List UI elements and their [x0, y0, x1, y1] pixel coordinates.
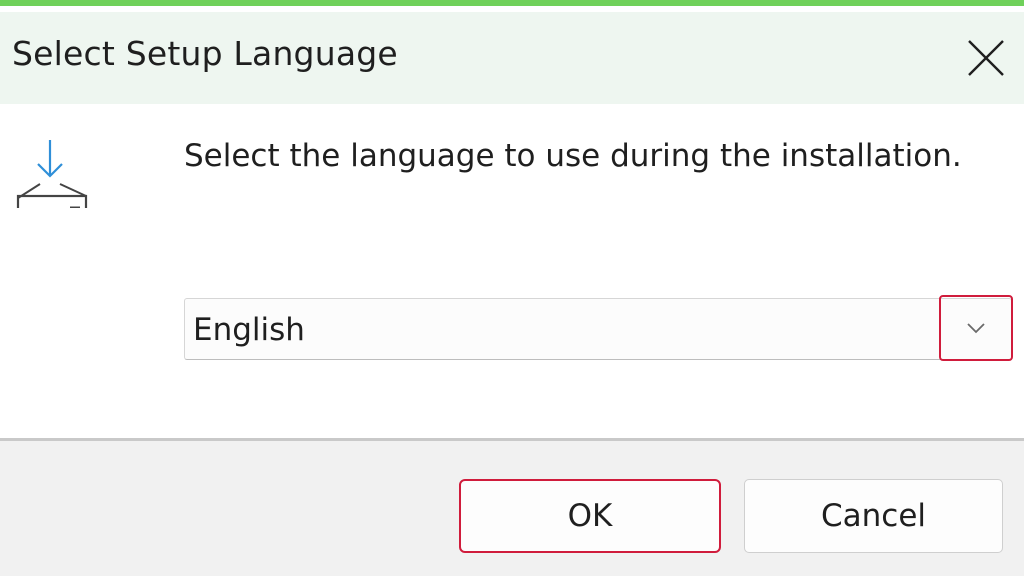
language-selected-value: English — [193, 312, 305, 348]
dialog-window: Select Setup Language Select the languag… — [0, 0, 1024, 576]
install-download-icon — [16, 140, 88, 208]
close-icon — [968, 40, 1004, 76]
ok-button[interactable]: OK — [459, 479, 721, 553]
instruction-text: Select the language to use during the in… — [184, 138, 962, 174]
window-title: Select Setup Language — [12, 34, 398, 73]
dialog-content: Select the language to use during the in… — [0, 104, 1024, 438]
language-dropdown-button[interactable] — [939, 295, 1013, 361]
close-button[interactable] — [958, 30, 1014, 86]
title-bar: Select Setup Language — [0, 12, 1024, 104]
language-select[interactable]: English — [184, 295, 1013, 361]
chevron-down-icon — [967, 323, 985, 334]
button-bar: OK Cancel — [0, 441, 1024, 576]
cancel-button[interactable]: Cancel — [744, 479, 1003, 553]
